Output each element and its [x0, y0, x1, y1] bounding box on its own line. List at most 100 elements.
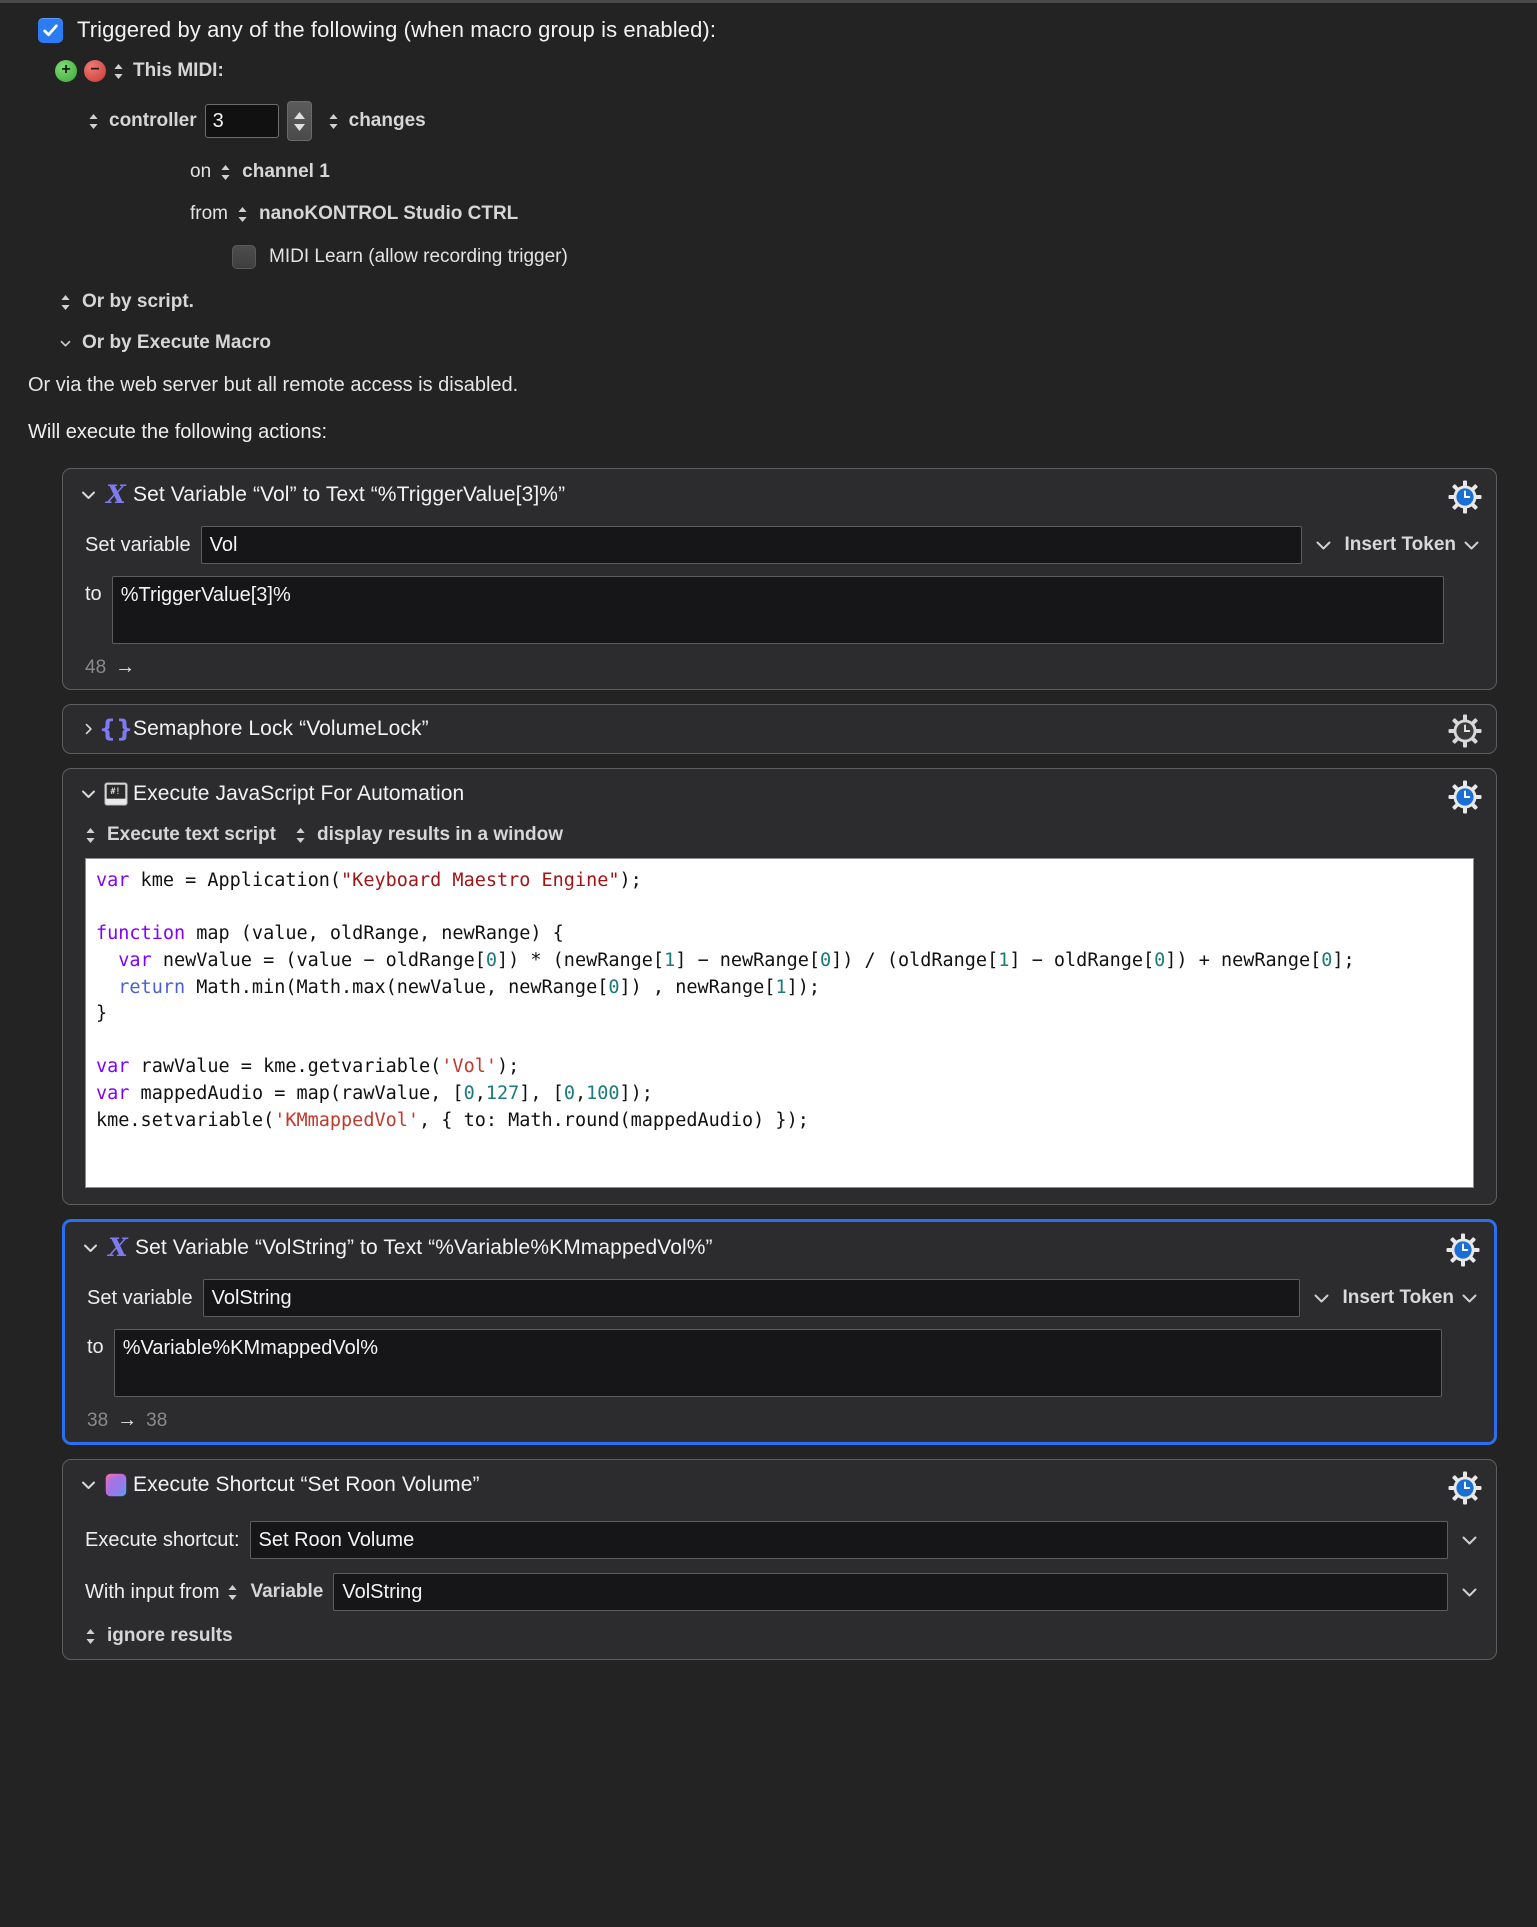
or-by-script-label: Or by script.: [82, 291, 194, 312]
set-variable-row: Set variable VolString Insert Token: [65, 1275, 1494, 1317]
script-code[interactable]: var kme = Application("Keyboard Maestro …: [96, 868, 1465, 1134]
midi-learn-label: MIDI Learn (allow recording trigger): [269, 246, 568, 267]
input-variable-input[interactable]: VolString: [333, 1573, 1448, 1611]
or-by-script-stepper-icon[interactable]: [60, 294, 73, 311]
to-label: to: [87, 1336, 104, 1358]
shortcut-name-chevron-down-icon[interactable]: [1458, 1534, 1480, 1547]
channel-label[interactable]: channel 1: [242, 161, 330, 183]
changes-label[interactable]: changes: [349, 110, 426, 132]
script-window-icon: #!: [99, 780, 133, 808]
input-source-label[interactable]: Variable: [250, 1581, 323, 1603]
action-execute-javascript[interactable]: #! Execute JavaScript For Automation Exe…: [62, 768, 1497, 1205]
midi-learn-checkbox[interactable]: [232, 245, 256, 269]
controller-type-stepper-icon[interactable]: [88, 113, 101, 130]
to-value-row: to %TriggerValue[3]%: [63, 572, 1496, 644]
trigger-type-label[interactable]: This MIDI:: [133, 60, 224, 82]
to-label: to: [85, 583, 102, 605]
midi-controller-row: controller 3 changes: [88, 101, 1537, 141]
x-variable-icon: X: [101, 1233, 135, 1263]
set-variable-row: Set variable Vol Insert Token: [63, 522, 1496, 564]
action-header[interactable]: #! Execute JavaScript For Automation: [63, 769, 1496, 814]
character-count: 48 →: [63, 644, 1496, 679]
plus-icon: +: [61, 61, 71, 78]
remove-trigger-button[interactable]: −: [84, 60, 106, 82]
chevron-down-icon[interactable]: [79, 1242, 101, 1254]
execute-shortcut-row: Execute shortcut: Set Roon Volume: [63, 1517, 1496, 1559]
set-variable-label: Set variable: [87, 1286, 193, 1309]
action-header[interactable]: Execute Shortcut “Set Roon Volume”: [63, 1460, 1496, 1505]
insert-token-button[interactable]: Insert Token: [1344, 534, 1480, 556]
char-count-left: 38: [87, 1409, 109, 1431]
action-header[interactable]: X Set Variable “VolString” to Text “%Var…: [65, 1222, 1494, 1269]
variable-name-input[interactable]: Vol: [200, 526, 1303, 564]
to-value-textarea[interactable]: %TriggerValue[3]%: [111, 576, 1444, 644]
x-variable-icon: X: [99, 480, 133, 510]
script-editor[interactable]: var kme = Application("Keyboard Maestro …: [85, 858, 1474, 1188]
gear-grey-clock-icon[interactable]: [1448, 714, 1482, 748]
chevron-down-icon[interactable]: [77, 788, 99, 800]
input-variable-chevron-down-icon[interactable]: [1458, 1586, 1480, 1599]
trigger-type-stepper-icon[interactable]: [113, 63, 126, 80]
on-label: on: [190, 161, 212, 182]
minus-icon: −: [90, 61, 100, 78]
script-options-row: Execute text script display results in a…: [63, 814, 1496, 848]
midi-device-label[interactable]: nanoKONTROL Studio CTRL: [259, 203, 518, 225]
chevron-down-icon[interactable]: [77, 489, 99, 501]
action-header[interactable]: X Set Variable “Vol” to Text “%TriggerVa…: [63, 469, 1496, 516]
char-count-right: 38: [146, 1409, 168, 1431]
channel-stepper-icon[interactable]: [220, 164, 233, 181]
controller-number-input[interactable]: 3: [204, 104, 279, 138]
ignore-results-label[interactable]: ignore results: [107, 1625, 233, 1647]
or-by-execute-macro-label: Or by Execute Macro: [82, 332, 272, 353]
trigger-section: Triggered by any of the following (when …: [0, 3, 1537, 444]
with-input-row: With input from Variable VolString: [63, 1569, 1496, 1611]
chevron-down-icon[interactable]: [77, 1479, 99, 1491]
results-destination-label[interactable]: display results in a window: [317, 824, 563, 846]
trigger-source-row: + − This MIDI:: [55, 60, 1537, 82]
or-by-execute-macro-row[interactable]: Or by Execute Macro: [60, 332, 1537, 354]
chevron-right-icon[interactable]: [77, 723, 99, 735]
ignore-results-row: ignore results: [63, 1611, 1496, 1649]
to-value-textarea[interactable]: %Variable%KMmappedVol%: [113, 1329, 1442, 1397]
trigger-enabled-checkbox[interactable]: [38, 17, 63, 43]
action-header[interactable]: {} Semaphore Lock “VolumeLock”: [63, 705, 1496, 753]
action-semaphore-lock[interactable]: {} Semaphore Lock “VolumeLock”: [62, 704, 1497, 754]
svg-text:X: X: [104, 480, 127, 509]
svg-text:X: X: [106, 1233, 129, 1262]
or-by-execute-macro-chevron-down-icon[interactable]: [60, 335, 73, 352]
trigger-enabled-row: Triggered by any of the following (when …: [38, 17, 1537, 43]
from-label: from: [190, 203, 228, 224]
device-stepper-icon[interactable]: [237, 206, 250, 223]
insert-token-label: Insert Token: [1344, 534, 1456, 555]
action-title: Set Variable “VolString” to Text “%Varia…: [135, 1236, 713, 1259]
controller-number-stepper[interactable]: [286, 101, 312, 141]
will-execute-label: Will execute the following actions:: [28, 421, 328, 443]
shortcut-name-input[interactable]: Set Roon Volume: [249, 1521, 1448, 1559]
variable-name-chevron-down-icon[interactable]: [1310, 1292, 1332, 1305]
gear-blue-clock-icon[interactable]: [1448, 1471, 1482, 1505]
controller-label[interactable]: controller: [109, 110, 197, 132]
action-set-variable-volstring[interactable]: X Set Variable “VolString” to Text “%Var…: [62, 1219, 1497, 1445]
changes-type-stepper-icon[interactable]: [328, 113, 341, 130]
action-title: Execute JavaScript For Automation: [133, 782, 465, 805]
gear-blue-clock-icon[interactable]: [1446, 1233, 1480, 1267]
add-trigger-button[interactable]: +: [55, 60, 77, 82]
trigger-title: Triggered by any of the following (when …: [77, 17, 717, 42]
insert-token-button[interactable]: Insert Token: [1342, 1287, 1478, 1309]
with-input-label: With input from: [85, 1580, 220, 1603]
script-source-label[interactable]: Execute text script: [107, 824, 276, 846]
ignore-results-stepper-icon[interactable]: [85, 1628, 98, 1645]
execute-shortcut-label: Execute shortcut:: [85, 1528, 240, 1551]
or-by-script-row[interactable]: Or by script.: [60, 291, 1537, 313]
insert-token-label: Insert Token: [1342, 1287, 1454, 1308]
results-destination-stepper-icon[interactable]: [295, 827, 308, 844]
gear-blue-clock-icon[interactable]: [1448, 780, 1482, 814]
variable-name-input[interactable]: VolString: [202, 1279, 1301, 1317]
to-value-row: to %Variable%KMmappedVol%: [65, 1325, 1494, 1397]
gear-blue-clock-icon[interactable]: [1448, 480, 1482, 514]
script-source-stepper-icon[interactable]: [85, 827, 98, 844]
action-execute-shortcut[interactable]: Execute Shortcut “Set Roon Volume” Execu…: [62, 1459, 1497, 1660]
input-source-stepper-icon[interactable]: [227, 1584, 240, 1601]
variable-name-chevron-down-icon[interactable]: [1312, 539, 1334, 552]
action-set-variable-vol[interactable]: X Set Variable “Vol” to Text “%TriggerVa…: [62, 468, 1497, 690]
